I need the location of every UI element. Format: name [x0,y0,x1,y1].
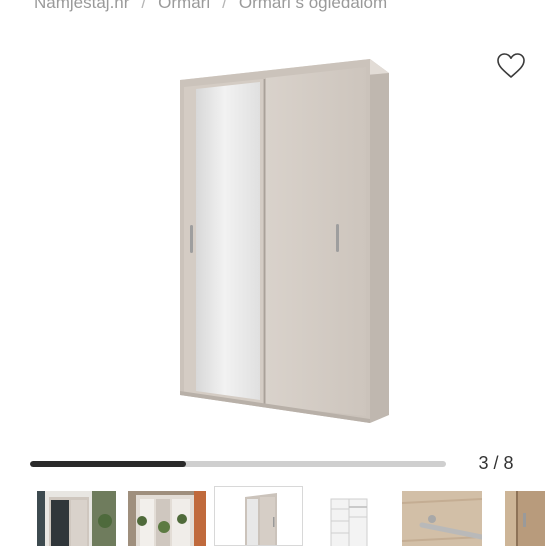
wood-detail-photo [505,491,545,546]
mirror-panel [196,82,260,400]
breadcrumb-subcategory[interactable]: Ormari s ogledalom [239,0,387,13]
heart-outline-icon [497,53,525,78]
product-image[interactable] [170,55,395,425]
gallery-progress-track[interactable] [30,461,446,467]
hanging-rail-photo [402,491,482,546]
thumbnail[interactable] [37,491,116,546]
thumbnail-active[interactable] [214,486,303,546]
breadcrumb-separator: / [141,0,147,12]
wardrobe-room-photo [37,491,116,546]
favorite-button[interactable] [494,50,528,82]
breadcrumb: Namještaj.hr / Ormari / Ormari s ogledal… [34,0,387,13]
gallery-progress-fill [30,461,186,467]
wardrobe-shelves-photo [311,491,391,546]
breadcrumb-home[interactable]: Namještaj.hr [34,0,129,13]
breadcrumb-separator: / [222,0,227,12]
wardrobe-mirror-photo [215,487,302,545]
thumbnail[interactable] [505,491,545,546]
breadcrumb-category[interactable]: Ormari [158,0,210,13]
thumbnail[interactable] [128,491,206,546]
gallery-counter: 3 / 8 [478,453,514,473]
thumbnail[interactable] [311,491,391,546]
wardrobe-open-room-photo [128,491,206,546]
thumbnail-strip [0,486,545,546]
thumbnail[interactable] [402,491,482,546]
